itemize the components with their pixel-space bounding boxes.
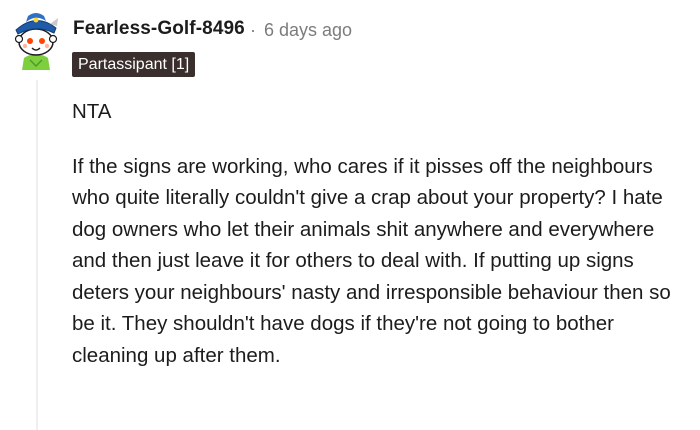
comment-timestamp[interactable]: 6 days ago [264,20,352,40]
comment-thread-line[interactable] [36,80,38,430]
comment-body: NTA If the signs are working, who cares … [72,96,694,394]
meta-separator: · [250,20,256,40]
snoo-avatar-icon [14,13,58,70]
user-avatar[interactable] [10,8,62,70]
comment-meta: · 6 days ago [250,20,352,41]
comment-paragraph: NTA [72,100,112,123]
author-username[interactable]: Fearless-Golf-8496 [73,18,245,40]
comment-paragraph: If the signs are working, who cares if i… [72,154,671,367]
user-flair-badge: Partassipant [1] [72,52,196,77]
